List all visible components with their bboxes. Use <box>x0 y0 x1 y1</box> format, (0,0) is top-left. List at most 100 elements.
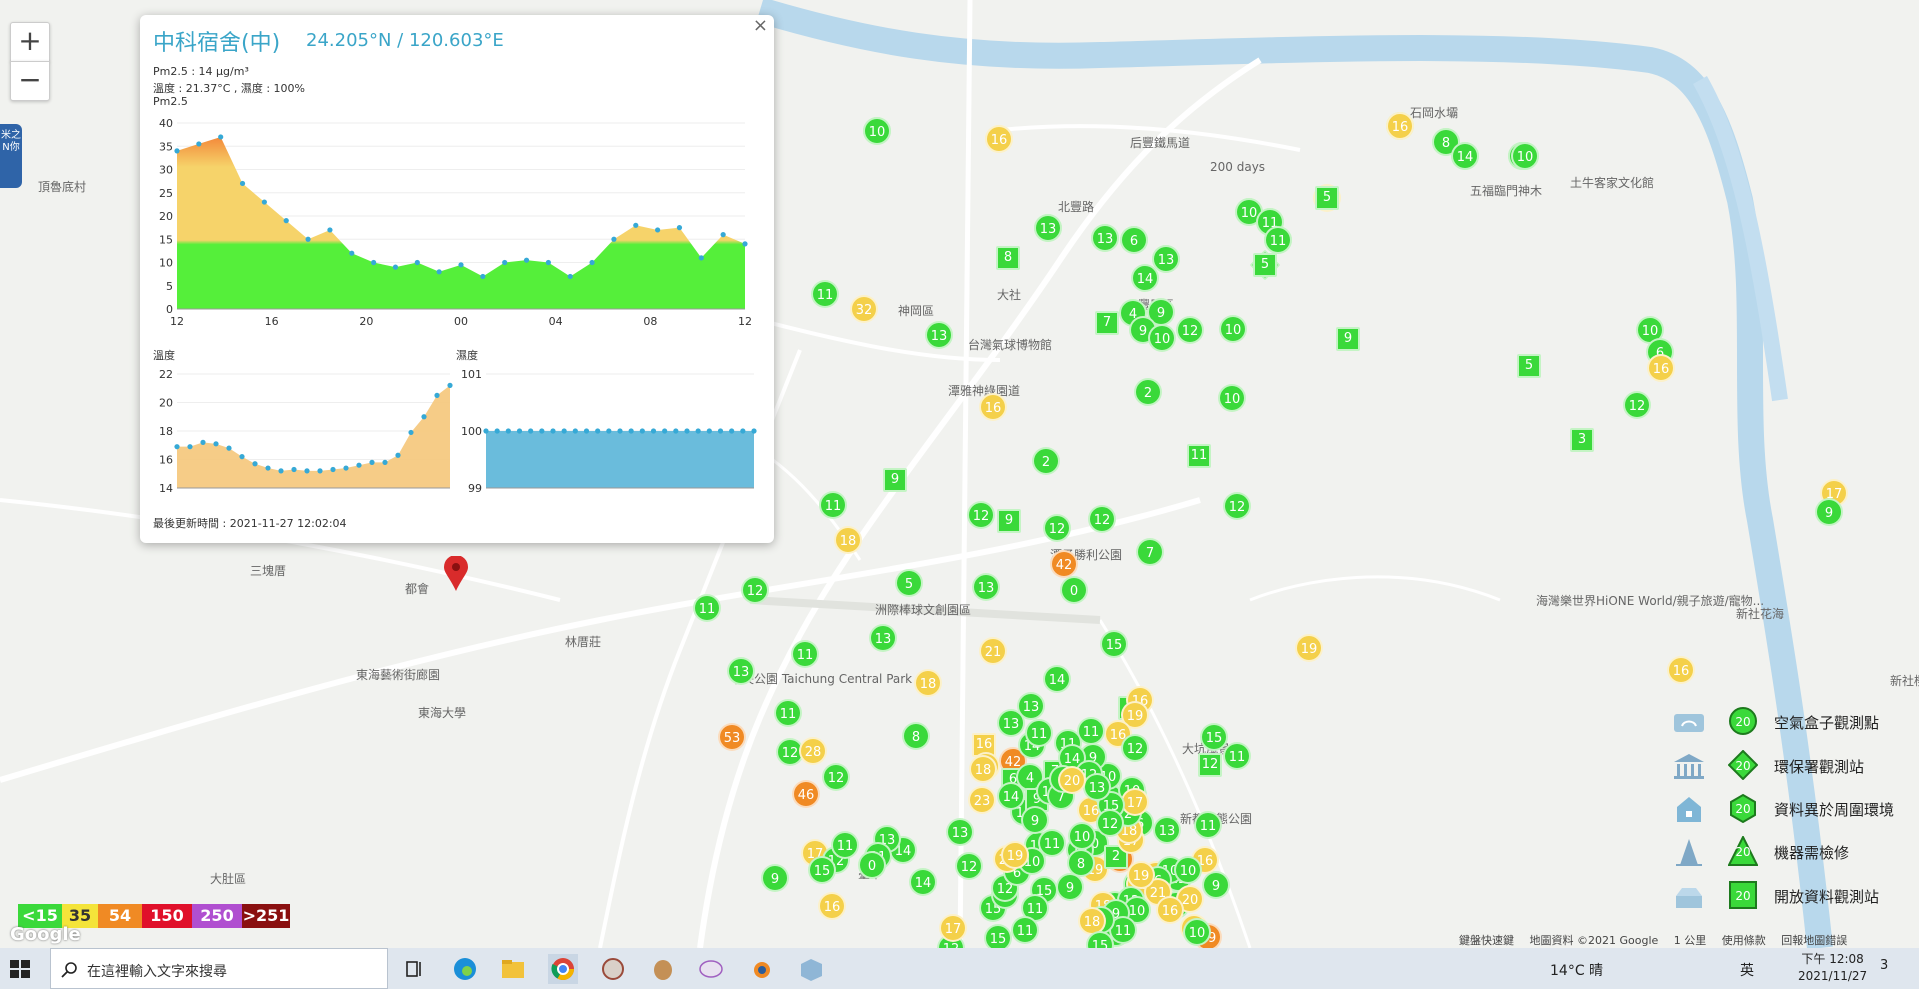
keyboard-shortcuts-link[interactable]: 鍵盤快速鍵 <box>1459 934 1514 947</box>
station-marker[interactable]: 10 <box>1183 918 1211 946</box>
station-marker[interactable]: 9 <box>761 864 789 892</box>
station-marker[interactable]: 15 <box>1200 723 1228 751</box>
app-icon-clock[interactable] <box>598 954 628 984</box>
station-marker[interactable]: 11 <box>831 831 859 859</box>
station-marker[interactable]: 12 <box>1088 505 1116 533</box>
station-marker[interactable]: 5 <box>1253 253 1277 277</box>
station-marker[interactable]: 28 <box>799 737 827 765</box>
station-marker[interactable]: 14 <box>1451 142 1479 170</box>
station-marker[interactable]: 13 <box>946 818 974 846</box>
station-marker[interactable]: 11 <box>791 640 819 668</box>
station-marker[interactable]: 15 <box>1100 630 1128 658</box>
station-marker[interactable]: 13 <box>972 573 1000 601</box>
station-marker[interactable]: 13 <box>997 709 1025 737</box>
station-marker[interactable]: 12 <box>1096 809 1124 837</box>
station-marker[interactable]: 9 <box>883 468 907 492</box>
station-marker[interactable]: 0 <box>858 851 886 879</box>
station-marker[interactable]: 11 <box>1194 811 1222 839</box>
station-marker[interactable]: 5 <box>1517 354 1541 378</box>
station-marker[interactable]: 10 <box>1511 142 1539 170</box>
app-icon-paint[interactable] <box>696 954 726 984</box>
task-view-icon[interactable] <box>400 954 430 984</box>
station-marker[interactable]: 11 <box>811 280 839 308</box>
station-marker[interactable]: 14 <box>909 868 937 896</box>
station-marker[interactable]: 15 <box>984 924 1012 948</box>
station-marker[interactable]: 14 <box>1043 665 1071 693</box>
station-marker[interactable]: 16 <box>1647 354 1675 382</box>
station-marker[interactable]: 13 <box>727 657 755 685</box>
station-marker[interactable]: 16 <box>1156 896 1184 924</box>
station-marker[interactable]: 5 <box>895 569 923 597</box>
station-marker[interactable]: 9 <box>1815 498 1843 526</box>
file-explorer-icon[interactable] <box>498 954 528 984</box>
station-marker[interactable]: 17 <box>1121 788 1149 816</box>
station-marker[interactable]: 13 <box>1091 224 1119 252</box>
report-error-link[interactable]: 回報地圖錯誤 <box>1781 934 1847 947</box>
station-marker[interactable]: 6 <box>1120 226 1148 254</box>
station-marker[interactable]: 16 <box>818 892 846 920</box>
station-marker[interactable]: 46 <box>792 780 820 808</box>
station-marker[interactable]: 17 <box>939 914 967 942</box>
station-marker[interactable]: 11 <box>1264 226 1292 254</box>
taskbar-clock[interactable]: 下午 12:08 2021/11/27 <box>1798 951 1867 985</box>
station-marker[interactable]: 13 <box>1034 214 1062 242</box>
station-marker[interactable]: 13 <box>925 321 953 349</box>
station-marker[interactable]: 20 <box>1058 766 1086 794</box>
weather-status[interactable]: 14°C 晴 <box>1550 960 1603 980</box>
station-marker[interactable]: 10 <box>863 117 891 145</box>
station-marker[interactable]: 21 <box>979 637 1007 665</box>
station-marker[interactable]: 19 <box>1127 861 1155 889</box>
input-language-indicator[interactable]: 英 <box>1740 960 1754 980</box>
selected-location-pin-icon[interactable] <box>444 555 468 592</box>
station-marker[interactable]: 11 <box>774 699 802 727</box>
station-marker[interactable]: 5 <box>1315 186 1339 210</box>
terms-link[interactable]: 使用條款 <box>1722 934 1766 947</box>
station-marker[interactable]: 0 <box>1060 576 1088 604</box>
station-marker[interactable]: 13 <box>1153 816 1181 844</box>
station-marker[interactable]: 10 <box>1218 384 1246 412</box>
station-marker[interactable]: 11 <box>1187 444 1211 468</box>
edge-browser-icon[interactable] <box>450 954 480 984</box>
app-icon-box[interactable] <box>796 954 826 984</box>
taskbar-search-box[interactable]: 在這裡輸入文字來搜尋 <box>50 948 388 989</box>
scale-label[interactable]: 1 公里 <box>1674 934 1707 947</box>
station-marker[interactable]: 10 <box>1068 822 1096 850</box>
station-marker[interactable]: 9 <box>997 509 1021 533</box>
station-marker[interactable]: 19 <box>1295 634 1323 662</box>
station-marker[interactable]: 19 <box>1001 841 1029 869</box>
station-marker[interactable]: 32 <box>850 295 878 323</box>
station-marker[interactable]: 16 <box>985 125 1013 153</box>
station-marker[interactable]: 23 <box>968 786 996 814</box>
station-marker[interactable]: 8 <box>902 722 930 750</box>
station-marker[interactable]: 12 <box>967 501 995 529</box>
station-marker[interactable]: 16 <box>979 393 1007 421</box>
station-marker[interactable]: 11 <box>1025 719 1053 747</box>
station-marker[interactable]: 42 <box>1050 550 1078 578</box>
station-marker[interactable]: 2 <box>1134 378 1162 406</box>
station-marker[interactable]: 10 <box>1219 315 1247 343</box>
station-marker[interactable]: 12 <box>1043 514 1071 542</box>
station-marker[interactable]: 14 <box>997 782 1025 810</box>
station-marker[interactable]: 3 <box>1570 428 1594 452</box>
station-marker[interactable]: 13 <box>1083 773 1111 801</box>
zoom-in-button[interactable]: + <box>10 22 50 62</box>
station-marker[interactable]: 16 <box>1386 112 1414 140</box>
station-marker[interactable]: 8 <box>996 246 1020 270</box>
station-marker[interactable]: 9 <box>1336 327 1360 351</box>
station-marker[interactable]: 13 <box>869 624 897 652</box>
station-marker[interactable]: 15 <box>808 856 836 884</box>
station-marker[interactable]: 12 <box>1623 391 1651 419</box>
station-marker[interactable]: 16 <box>1667 656 1695 684</box>
map-canvas[interactable]: 神岡區台灣氣球博物館潭雅神綠園道豐原區北豐路后豐鐵馬道石岡水壩五福臨門神木土牛客… <box>0 0 1919 948</box>
app-icon-squirrel[interactable] <box>648 954 678 984</box>
station-marker[interactable]: 12 <box>741 576 769 604</box>
station-marker[interactable]: 18 <box>834 526 862 554</box>
zoom-out-button[interactable]: − <box>10 61 50 101</box>
station-marker[interactable]: 12 <box>1223 492 1251 520</box>
station-marker[interactable]: 12 <box>1198 753 1222 777</box>
station-marker[interactable]: 53 <box>718 723 746 751</box>
side-panel-tab[interactable]: 米之N你 <box>0 124 22 188</box>
station-marker[interactable]: 11 <box>1011 916 1039 944</box>
station-marker[interactable]: 9 <box>1056 873 1084 901</box>
station-marker[interactable]: 12 <box>822 763 850 791</box>
